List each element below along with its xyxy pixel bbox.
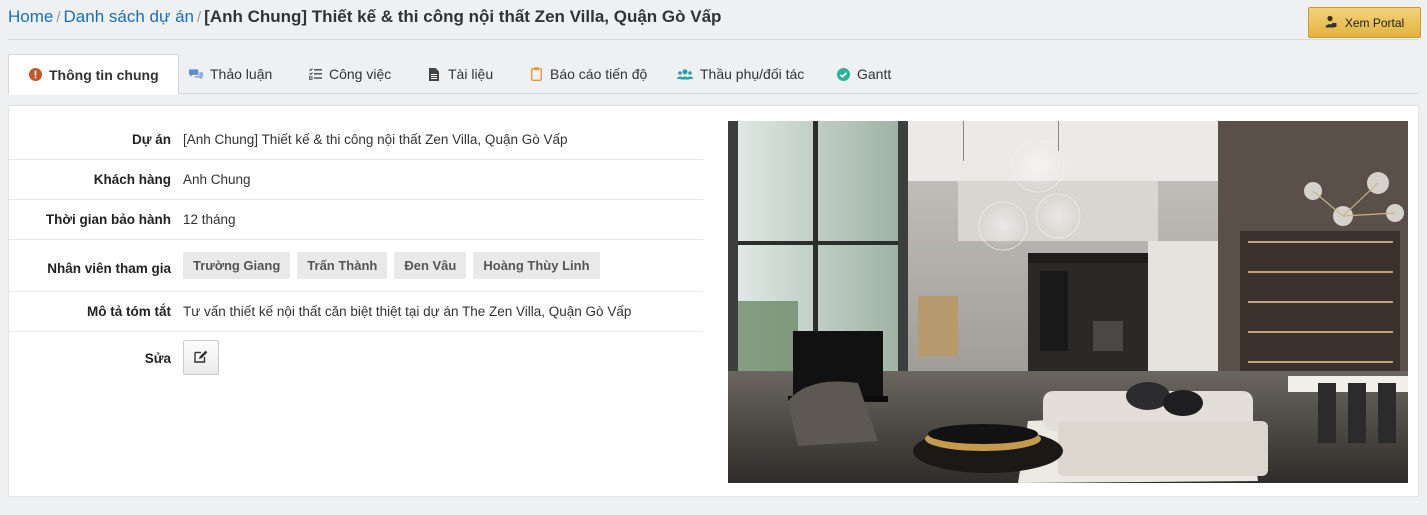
tab-gantt[interactable]: Gantt: [836, 54, 891, 94]
tab-label: Thông tin chung: [49, 66, 159, 83]
tab-tasks[interactable]: Công việc: [308, 54, 391, 94]
tab-label: Báo cáo tiến độ: [550, 66, 648, 82]
detail-row-edit: Sửa: [9, 340, 703, 380]
staff-tag: Đen Vâu: [394, 252, 467, 279]
tab-label: Tài liệu: [448, 66, 494, 82]
staff-label: Nhân viên tham gia: [47, 261, 171, 276]
breadcrumb: Home / Danh sách dự án / [Anh Chung] Thiết k…: [8, 7, 721, 27]
detail-row-project: Dự án [Anh Chung] Thiết kế & thi công nộ…: [9, 120, 703, 160]
tab-documents[interactable]: Tài liệu: [427, 54, 493, 94]
tab-discussion[interactable]: Thảo luận: [189, 54, 272, 94]
project-label: Dự án: [131, 132, 171, 147]
project-value: [Anh Chung] Thiết kế & thi công nội thất…: [183, 132, 568, 147]
staff-tag: Trấn Thành: [297, 252, 388, 279]
project-info-panel: Dự án [Anh Chung] Thiết kế & thi công nộ…: [8, 105, 1419, 497]
staff-tag: Hoàng Thùy Linh: [473, 252, 600, 279]
project-photo: [728, 121, 1408, 483]
page-title: [Anh Chung] Thiết kế & thi công nội thất…: [204, 7, 722, 26]
top-bar: Home / Danh sách dự án / [Anh Chung] Thiết k…: [0, 0, 1427, 40]
tab-label: Gantt: [857, 66, 892, 82]
view-portal-label: Xem Portal: [1344, 15, 1405, 30]
header-divider: [8, 39, 1419, 40]
staff-tag: Trường Giang: [183, 252, 291, 279]
warranty-label: Thời gian bảo hành: [45, 212, 171, 227]
breadcrumb-separator: /: [56, 9, 61, 26]
tab-progress-report[interactable]: Báo cáo tiến độ: [529, 54, 647, 94]
tab-subcontractors[interactable]: Thầu phụ/đối tác: [677, 54, 804, 94]
users-icon: [677, 67, 693, 81]
breadcrumb-home-link[interactable]: Home: [8, 7, 53, 26]
detail-row-staff: Nhân viên tham gia Trường Giang Trấn Thàn…: [9, 240, 703, 292]
clipboard-icon: [529, 67, 543, 81]
view-portal-button[interactable]: Xem Portal: [1308, 7, 1421, 38]
warranty-value: 12 tháng: [183, 212, 236, 227]
description-value: Tư vấn thiết kế nội thất căn biệt thiệt …: [183, 304, 632, 319]
tab-label: Thầu phụ/đối tác: [700, 66, 805, 82]
tab-label: Công việc: [329, 66, 392, 82]
customer-value: Anh Chung: [183, 172, 251, 187]
detail-row-customer: Khách hàng Anh Chung: [9, 160, 703, 200]
info-circle-icon: [28, 68, 42, 82]
edit-button[interactable]: [183, 340, 219, 375]
user-lock-icon: [1325, 15, 1337, 31]
edit-icon: [194, 350, 208, 366]
tab-bar: Thông tin chung Thảo luận Công việc Tài …: [8, 54, 1419, 95]
edit-label: Sửa: [144, 351, 171, 366]
detail-row-description: Mô tả tóm tắt Tư vấn thiết kế nội thất c…: [9, 292, 703, 332]
edit-cell: [175, 340, 703, 375]
staff-tags: Trường Giang Trấn Thành Đen Vâu Hoàng Thùy …: [175, 252, 703, 279]
customer-label: Khách hàng: [93, 172, 171, 187]
tasks-icon: [308, 67, 322, 81]
check-circle-icon: [836, 67, 850, 81]
breadcrumb-separator: /: [197, 9, 202, 26]
breadcrumb-project-list-link[interactable]: Danh sách dự án: [64, 7, 194, 26]
description-label: Mô tả tóm tắt: [87, 304, 171, 319]
document-icon: [427, 67, 441, 81]
tab-label: Thảo luận: [210, 66, 273, 82]
detail-row-warranty: Thời gian bảo hành 12 tháng: [9, 200, 703, 240]
comments-icon: [189, 67, 203, 81]
tab-general-info[interactable]: Thông tin chung: [8, 54, 179, 95]
